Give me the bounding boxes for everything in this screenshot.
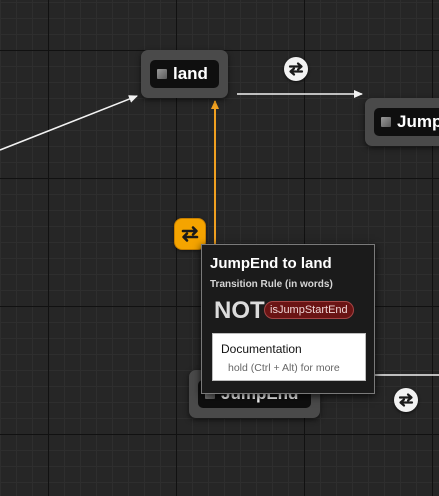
wire-left-to-land[interactable] bbox=[0, 95, 138, 151]
state-label-jumpstart: JumpStart bbox=[397, 112, 439, 131]
tooltip-subtitle: Transition Rule (in words) bbox=[210, 279, 333, 290]
not-label: NOT bbox=[214, 297, 265, 324]
state-icon bbox=[381, 117, 391, 127]
documentation-hint: hold (Ctrl + Alt) for more bbox=[228, 362, 340, 374]
transition-arrows-icon[interactable] bbox=[394, 388, 418, 412]
transition-arrows-icon[interactable] bbox=[284, 57, 308, 81]
graph-canvas[interactable]: land JumpStart JumpEnd JumpEnd bbox=[0, 0, 439, 496]
transition-tooltip: JumpEnd to land Transition Rule (in word… bbox=[201, 244, 375, 394]
state-node-land[interactable]: land bbox=[141, 50, 228, 98]
documentation-box: Documentation hold (Ctrl + Alt) for more bbox=[212, 333, 366, 381]
tooltip-title: JumpEnd to land bbox=[210, 255, 332, 272]
documentation-title: Documentation bbox=[221, 342, 302, 356]
variable-pill: isJumpStartEnd bbox=[264, 301, 354, 319]
state-label-land: land bbox=[173, 64, 208, 83]
state-icon bbox=[157, 69, 167, 79]
state-node-jumpstart[interactable]: JumpStart bbox=[365, 98, 439, 146]
